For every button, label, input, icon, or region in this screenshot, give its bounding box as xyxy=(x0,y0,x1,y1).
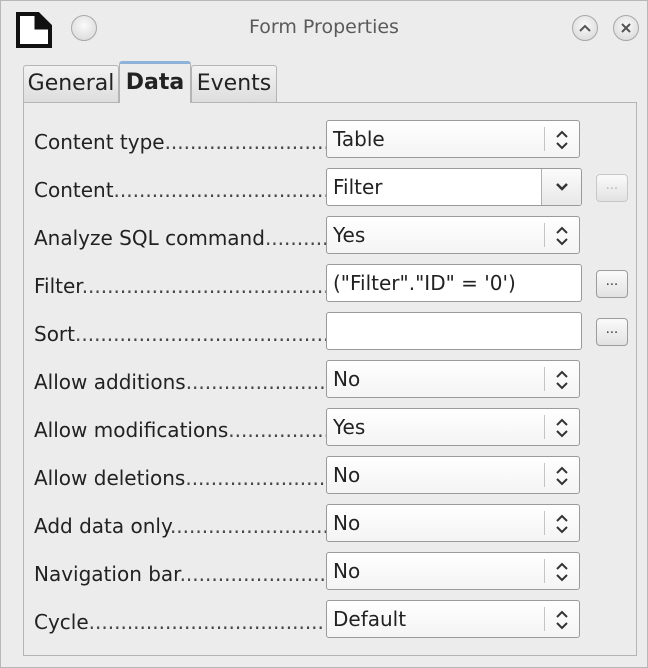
navigation-bar-listbox[interactable]: No xyxy=(326,552,580,590)
cycle-label: Cycle xyxy=(34,610,326,636)
data-tab-panel: Content type Table Content Filter ... An… xyxy=(23,102,637,656)
analyze-sql-listbox[interactable]: Yes xyxy=(326,216,580,254)
spin-arrows-icon xyxy=(556,418,568,438)
spin-arrows-icon xyxy=(556,370,568,390)
allow-additions-row: Allow additions No xyxy=(24,360,638,404)
allow-additions-label: Allow additions xyxy=(34,370,326,396)
sort-row: Sort ... xyxy=(24,312,638,356)
content-type-label: Content type xyxy=(34,130,326,156)
analyze-sql-label: Analyze SQL command xyxy=(34,226,326,252)
allow-additions-listbox[interactable]: No xyxy=(326,360,580,398)
add-data-only-value: No xyxy=(333,511,361,535)
close-icon xyxy=(621,23,631,33)
sort-browse-button[interactable]: ... xyxy=(596,318,628,346)
sort-label: Sort xyxy=(34,322,326,348)
navigation-bar-row: Navigation bar No xyxy=(24,552,638,596)
spin-arrows-icon xyxy=(556,226,568,246)
content-browse-button[interactable]: ... xyxy=(596,174,628,202)
tab-data[interactable]: Data xyxy=(119,61,191,103)
add-data-only-row: Add data only No xyxy=(24,504,638,548)
allow-deletions-label: Allow deletions xyxy=(34,466,326,492)
filter-browse-button[interactable]: ... xyxy=(596,270,628,298)
spin-arrows-icon xyxy=(556,514,568,534)
add-data-only-listbox[interactable]: No xyxy=(326,504,580,542)
navigation-bar-label: Navigation bar xyxy=(34,562,326,588)
filter-value: ("Filter"."ID" = '0') xyxy=(333,271,516,295)
content-value: Filter xyxy=(333,175,383,199)
allow-modifications-listbox[interactable]: Yes xyxy=(326,408,580,446)
filter-input[interactable]: ("Filter"."ID" = '0') xyxy=(326,264,582,302)
allow-additions-value: No xyxy=(333,367,361,391)
spin-arrows-icon xyxy=(556,466,568,486)
cycle-value: Default xyxy=(333,607,407,631)
allow-modifications-value: Yes xyxy=(333,415,366,439)
allow-modifications-row: Allow modifications Yes xyxy=(24,408,638,452)
spin-arrows-icon xyxy=(556,130,568,150)
allow-deletions-row: Allow deletions No xyxy=(24,456,638,500)
sort-input[interactable] xyxy=(326,312,582,350)
tab-events[interactable]: Events xyxy=(191,65,277,103)
allow-modifications-label: Allow modifications xyxy=(34,418,326,444)
title-bar[interactable]: Form Properties xyxy=(1,1,647,55)
content-label: Content xyxy=(34,178,326,204)
add-data-only-label: Add data only xyxy=(34,514,326,540)
filter-row: Filter ("Filter"."ID" = '0') ... xyxy=(24,264,638,308)
analyze-sql-value: Yes xyxy=(333,223,366,247)
content-combobox[interactable]: Filter xyxy=(326,168,582,206)
spin-arrows-icon xyxy=(556,610,568,630)
analyze-sql-row: Analyze SQL command Yes xyxy=(24,216,638,260)
chevron-up-icon xyxy=(579,24,591,32)
shade-button[interactable] xyxy=(572,15,598,41)
content-row: Content Filter ... xyxy=(24,168,638,212)
cycle-row: Cycle Default xyxy=(24,600,638,644)
window-title: Form Properties xyxy=(249,16,399,38)
cycle-listbox[interactable]: Default xyxy=(326,600,580,638)
navigation-bar-value: No xyxy=(333,559,361,583)
content-type-row: Content type Table xyxy=(24,120,638,164)
filter-label: Filter xyxy=(34,274,326,300)
form-properties-dialog: Form Properties General Data Events Cont… xyxy=(0,0,648,668)
chevron-down-icon xyxy=(556,183,568,191)
tab-general[interactable]: General xyxy=(23,65,119,103)
spin-arrows-icon xyxy=(556,562,568,582)
close-button[interactable] xyxy=(613,15,639,41)
content-type-listbox[interactable]: Table xyxy=(326,120,580,158)
allow-deletions-listbox[interactable]: No xyxy=(326,456,580,494)
content-type-value: Table xyxy=(333,127,385,151)
allow-deletions-value: No xyxy=(333,463,361,487)
content-dropdown-button[interactable] xyxy=(541,169,581,205)
